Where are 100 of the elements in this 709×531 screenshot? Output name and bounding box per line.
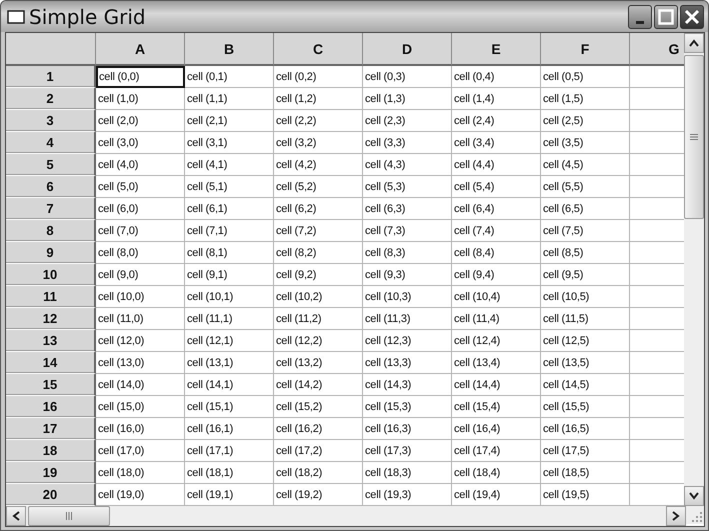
table-cell: cell (3,2) bbox=[274, 132, 363, 154]
table-cell: cell (11,3) bbox=[363, 308, 452, 330]
table-cell: cell (3,3) bbox=[363, 132, 452, 154]
table-cell: cell (13,4) bbox=[452, 352, 541, 374]
table-cell: cell (16,2) bbox=[274, 418, 363, 440]
table-cell: cell (8,3) bbox=[363, 242, 452, 264]
row-header[interactable]: 9 bbox=[6, 242, 96, 264]
table-cell: cell (7,5) bbox=[541, 220, 630, 242]
table-cell: cell (5,3) bbox=[363, 176, 452, 198]
row-header[interactable]: 19 bbox=[6, 462, 96, 484]
table-cell: cell (6,1) bbox=[185, 198, 274, 220]
row-header[interactable]: 14 bbox=[6, 352, 96, 374]
table-cell: cell (6,5) bbox=[541, 198, 630, 220]
column-header[interactable]: G bbox=[630, 33, 684, 66]
table-cell: cell (12,4) bbox=[452, 330, 541, 352]
table-cell: cell (2,2) bbox=[274, 110, 363, 132]
row-header[interactable]: 12 bbox=[6, 308, 96, 330]
row-header[interactable]: 6 bbox=[6, 176, 96, 198]
table-cell: cell (12,1) bbox=[185, 330, 274, 352]
row-header[interactable]: 15 bbox=[6, 374, 96, 396]
column-header[interactable]: A bbox=[96, 33, 185, 66]
row-header[interactable]: 13 bbox=[6, 330, 96, 352]
table-cell: cell (2,3) bbox=[363, 110, 452, 132]
row-header[interactable]: 11 bbox=[6, 286, 96, 308]
table-cell: cell (1,1) bbox=[185, 88, 274, 110]
window-title: Simple Grid bbox=[29, 4, 147, 28]
table-cell: cell (4,3) bbox=[363, 154, 452, 176]
vertical-scrollbar[interactable] bbox=[684, 33, 704, 506]
row-header[interactable]: 7 bbox=[6, 198, 96, 220]
table-cell: cell (18,5) bbox=[541, 462, 630, 484]
table-cell: cell (10,5) bbox=[541, 286, 630, 308]
scroll-thumb[interactable] bbox=[28, 506, 110, 526]
table-cell: cell (6,0) bbox=[96, 198, 185, 220]
table-cell: cell (15,0) bbox=[96, 396, 185, 418]
close-icon bbox=[684, 8, 700, 24]
row-header[interactable]: 17 bbox=[6, 418, 96, 440]
table-cell: cell (11,2) bbox=[274, 308, 363, 330]
table-cell: cell (14,1) bbox=[185, 374, 274, 396]
resize-grip-icon[interactable] bbox=[686, 506, 704, 524]
column-header[interactable]: E bbox=[452, 33, 541, 66]
table-cell: cell (15,4) bbox=[452, 396, 541, 418]
row-header[interactable]: 2 bbox=[6, 88, 96, 110]
table-cell: cell (4,2) bbox=[274, 154, 363, 176]
column-header[interactable]: C bbox=[274, 33, 363, 66]
table-cell: cell (6,4) bbox=[452, 198, 541, 220]
scroll-right-button[interactable] bbox=[666, 506, 686, 526]
scroll-down-button[interactable] bbox=[684, 486, 704, 506]
table-cell: cell (5,0) bbox=[96, 176, 185, 198]
table-cell: cell (10,0) bbox=[96, 286, 185, 308]
row-header[interactable]: 4 bbox=[6, 132, 96, 154]
table-cell: cell (8,5) bbox=[541, 242, 630, 264]
row-header[interactable]: 16 bbox=[6, 396, 96, 418]
caret-down-icon bbox=[689, 492, 699, 500]
table-cell: cell (4,0) bbox=[96, 154, 185, 176]
scroll-thumb[interactable] bbox=[684, 55, 704, 219]
row-header[interactable]: 8 bbox=[6, 220, 96, 242]
table-cell: cell (4,5) bbox=[541, 154, 630, 176]
table-cell: cell (18,3) bbox=[363, 462, 452, 484]
table-cell: cell (10,4) bbox=[452, 286, 541, 308]
table-cell: cell (11,4) bbox=[452, 308, 541, 330]
horizontal-scrollbar[interactable] bbox=[6, 506, 686, 526]
table-cell: cell (1,5) bbox=[541, 88, 630, 110]
row-header[interactable]: 18 bbox=[6, 440, 96, 462]
table-cell: cell (18,2) bbox=[274, 462, 363, 484]
column-header[interactable]: B bbox=[185, 33, 274, 66]
table-cell: cell (1,3) bbox=[363, 88, 452, 110]
table-cell: cell (0,0) bbox=[96, 66, 185, 88]
table-cell: cell (15,3) bbox=[363, 396, 452, 418]
grip-icon bbox=[690, 134, 698, 140]
maximize-button[interactable] bbox=[654, 4, 678, 28]
scroll-up-button[interactable] bbox=[684, 33, 704, 53]
table-cell: cell (7,1) bbox=[185, 220, 274, 242]
table-cell: cell (14,4) bbox=[452, 374, 541, 396]
table-cell: cell (3,4) bbox=[452, 132, 541, 154]
table-cell: cell (8,4) bbox=[452, 242, 541, 264]
table-cell: cell (7,2) bbox=[274, 220, 363, 242]
table-cell: cell (14,2) bbox=[274, 374, 363, 396]
table-cell: cell (13,1) bbox=[185, 352, 274, 374]
column-header[interactable]: F bbox=[541, 33, 630, 66]
table-cell: cell (10,3) bbox=[363, 286, 452, 308]
minimize-icon bbox=[636, 20, 644, 24]
table-cell: cell (1,4) bbox=[452, 88, 541, 110]
table-cell: cell (8,2) bbox=[274, 242, 363, 264]
row-header[interactable]: 20 bbox=[6, 484, 96, 506]
table-cell: cell (17,0) bbox=[96, 440, 185, 462]
table-cell: cell (18,4) bbox=[452, 462, 541, 484]
table-cell: cell (9,2) bbox=[274, 264, 363, 286]
close-button[interactable] bbox=[680, 4, 704, 28]
row-header[interactable]: 1 bbox=[6, 66, 96, 88]
table-cell: cell (9,5) bbox=[541, 264, 630, 286]
window-icon bbox=[7, 10, 25, 24]
row-header[interactable]: 10 bbox=[6, 264, 96, 286]
table-cell: cell (2,1) bbox=[185, 110, 274, 132]
minimize-button[interactable] bbox=[628, 4, 652, 28]
column-header[interactable]: D bbox=[363, 33, 452, 66]
scroll-left-button[interactable] bbox=[6, 506, 26, 526]
row-header[interactable]: 5 bbox=[6, 154, 96, 176]
table-cell: cell (17,5) bbox=[541, 440, 630, 462]
table-cell: cell (16,0) bbox=[96, 418, 185, 440]
row-header[interactable]: 3 bbox=[6, 110, 96, 132]
